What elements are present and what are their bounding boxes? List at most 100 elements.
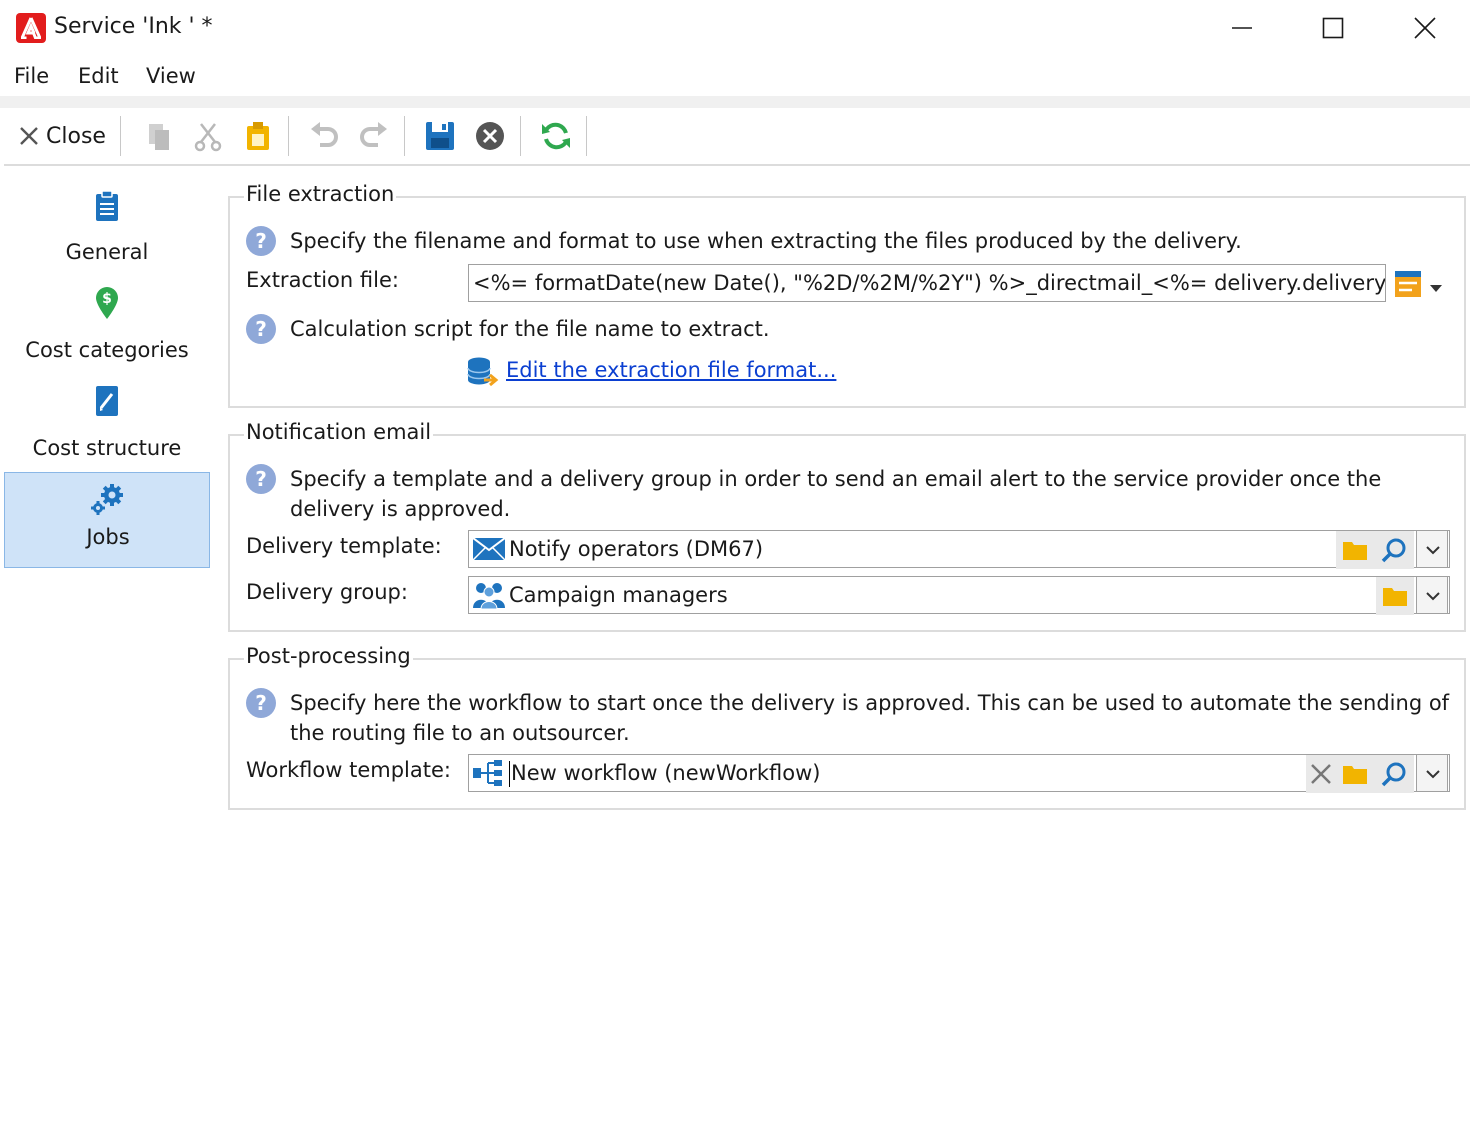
close-x-icon	[20, 127, 38, 145]
toolbar-separator	[288, 116, 289, 156]
help-icon: ?	[246, 314, 276, 344]
delivery-template-actions	[1336, 531, 1414, 569]
clipboard-icon	[96, 190, 118, 221]
delivery-group-dropdown[interactable]	[1416, 576, 1448, 614]
toolbar-separator	[404, 116, 405, 156]
paste-button[interactable]	[236, 108, 280, 164]
caret-down-icon	[1430, 285, 1442, 292]
redo-icon	[360, 122, 387, 147]
nav-label-jobs: Jobs	[86, 525, 130, 549]
workflow-template-input[interactable]: New workflow (newWorkflow)	[468, 754, 1450, 792]
adobe-logo-icon	[16, 13, 46, 43]
file-extraction-help: Specify the filename and format to use w…	[290, 229, 1242, 253]
refresh-icon	[542, 122, 570, 150]
title-bar: Service 'Ink ' *	[0, 0, 1470, 56]
cancel-circle-icon	[476, 122, 504, 150]
calc-script-help: Calculation script for the file name to …	[290, 317, 770, 341]
redo-button[interactable]	[352, 108, 396, 164]
cut-button[interactable]	[186, 108, 230, 164]
post-processing-help-line1: Specify here the workflow to start once …	[290, 691, 1450, 715]
clear-x-icon[interactable]	[1310, 763, 1332, 785]
notification-help-line1: Specify a template and a delivery group …	[290, 467, 1382, 491]
help-icon: ?	[246, 226, 276, 256]
folder-icon[interactable]	[1342, 763, 1368, 785]
notification-email-title: Notification email	[244, 420, 434, 444]
group-users-icon	[473, 583, 505, 609]
delivery-template-input[interactable]: Notify operators (DM67)	[468, 530, 1450, 568]
maximize-button[interactable]	[1287, 0, 1379, 56]
nav-item-cost-categories[interactable]: $ Cost categories	[4, 278, 210, 374]
edit-extraction-format-link[interactable]: Edit the extraction file format...	[506, 358, 836, 382]
help-icon: ?	[246, 688, 276, 718]
left-navigation: General $ Cost categories Cost structure	[4, 168, 212, 1136]
search-icon[interactable]	[1380, 537, 1408, 563]
nav-label-general: General	[65, 240, 149, 264]
refresh-button[interactable]	[534, 108, 578, 164]
money-pin-icon: $	[96, 287, 118, 319]
undo-button[interactable]	[302, 108, 346, 164]
toolbar: Close	[4, 108, 1470, 166]
save-button[interactable]	[418, 108, 462, 164]
nav-item-general[interactable]: General	[4, 180, 210, 276]
menu-edit[interactable]: Edit	[78, 64, 119, 88]
window-close-button[interactable]	[1379, 0, 1470, 56]
extraction-file-input[interactable]: <%= formatDate(new Date(), "%2D/%2M/%2Y"…	[468, 264, 1386, 302]
gears-icon	[91, 484, 123, 515]
chevron-down-icon	[1426, 546, 1440, 555]
text-cursor	[509, 761, 510, 787]
file-extraction-group: File extraction ? Specify the filename a…	[228, 182, 1466, 408]
menu-file[interactable]: File	[14, 64, 49, 88]
nav-label-cost-categories: Cost categories	[25, 338, 189, 362]
extraction-file-label: Extraction file:	[246, 268, 399, 292]
delivery-group-actions	[1376, 577, 1414, 615]
post-processing-title: Post-processing	[244, 644, 413, 668]
folder-icon[interactable]	[1342, 539, 1368, 561]
workflow-icon	[473, 760, 502, 786]
envelope-icon	[473, 538, 505, 560]
menu-bar: File Edit View	[0, 56, 1470, 96]
delivery-template-value: Notify operators (DM67)	[509, 537, 764, 561]
delivery-group-input[interactable]: Campaign managers	[468, 576, 1450, 614]
chevron-down-icon	[1426, 592, 1440, 601]
delivery-template-dropdown[interactable]	[1416, 530, 1448, 568]
window-title: Service 'Ink ' *	[54, 14, 213, 39]
workflow-template-value: New workflow (newWorkflow)	[511, 761, 821, 785]
edit-document-icon	[96, 386, 118, 416]
notification-help-line2: delivery is approved.	[290, 497, 511, 521]
nav-label-cost-structure: Cost structure	[32, 436, 182, 460]
minimize-button[interactable]	[1196, 0, 1288, 56]
post-processing-group: Post-processing ? Specify here the workf…	[228, 644, 1466, 810]
cancel-button[interactable]	[468, 108, 512, 164]
toolbar-separator	[586, 116, 587, 156]
copy-button[interactable]	[136, 108, 180, 164]
expression-dropdown-button[interactable]	[1428, 278, 1446, 292]
notification-email-group: Notification email ? Specify a template …	[228, 420, 1466, 632]
workflow-template-dropdown[interactable]	[1416, 754, 1448, 792]
delivery-template-label: Delivery template:	[246, 534, 442, 558]
close-button[interactable]: Close	[10, 108, 114, 164]
scissors-icon	[194, 123, 222, 152]
service-window: Service 'Ink ' * File Edit View Close Ge…	[0, 0, 1470, 1136]
help-icon: ?	[246, 464, 276, 494]
nav-item-cost-structure[interactable]: Cost structure	[4, 376, 210, 472]
close-label: Close	[46, 123, 106, 149]
clipboard-paste-icon	[247, 122, 269, 150]
database-export-icon	[466, 356, 500, 388]
nav-item-jobs[interactable]: Jobs	[4, 472, 210, 568]
menu-view[interactable]: View	[146, 64, 196, 88]
expression-editor-button[interactable]	[1394, 270, 1422, 298]
expression-editor-icon	[1395, 271, 1421, 297]
chevron-down-icon	[1426, 770, 1440, 779]
folder-icon[interactable]	[1382, 585, 1408, 607]
svg-text:$: $	[102, 291, 112, 307]
search-icon[interactable]	[1380, 761, 1408, 787]
file-extraction-title: File extraction	[244, 182, 397, 206]
toolbar-strip	[0, 96, 1470, 108]
toolbar-separator	[520, 116, 521, 156]
delivery-group-label: Delivery group:	[246, 580, 408, 604]
workflow-template-actions	[1306, 755, 1414, 793]
toolbar-separator	[120, 116, 121, 156]
post-processing-help-line2: the routing file to an outsourcer.	[290, 721, 630, 745]
copy-icon	[149, 124, 169, 150]
floppy-save-icon	[426, 122, 454, 150]
